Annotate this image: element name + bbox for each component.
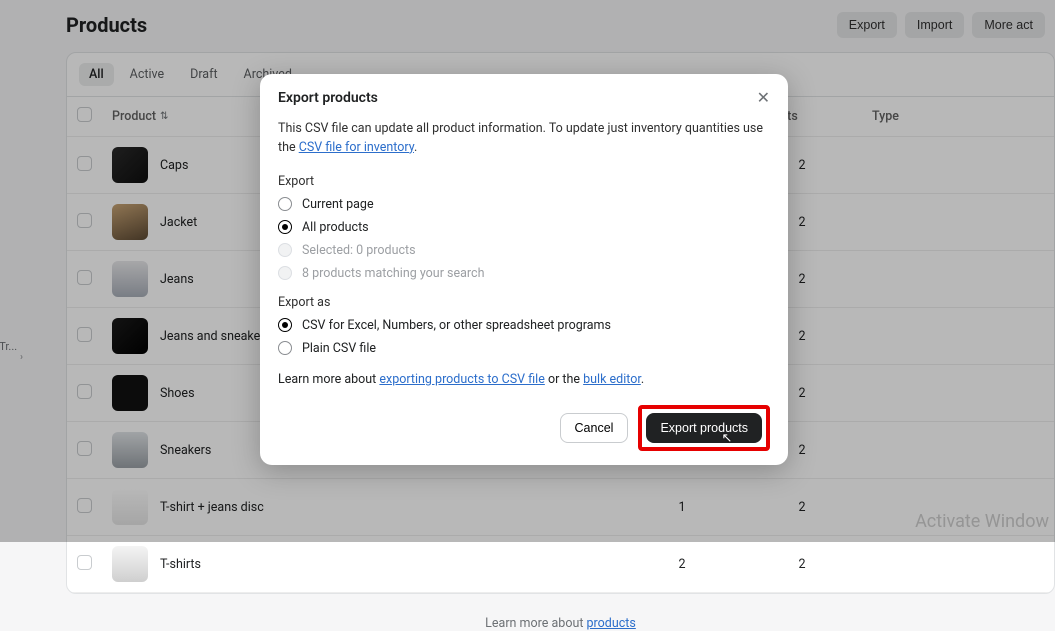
footer-learn: Learn more about products bbox=[66, 616, 1055, 631]
product-thumbnail[interactable] bbox=[112, 546, 148, 582]
footer-text: Learn more about bbox=[485, 616, 586, 631]
radio-matching-search: 8 products matching your search bbox=[278, 266, 770, 281]
learn-tail: . bbox=[641, 372, 644, 387]
modal-title: Export products bbox=[278, 90, 378, 106]
product-name[interactable]: T-shirts bbox=[160, 557, 201, 572]
inventory-csv-link[interactable]: CSV file for inventory bbox=[299, 140, 414, 155]
markets-value: 2 bbox=[742, 536, 862, 593]
highlight-annotation: Export products ↖ bbox=[638, 405, 770, 451]
export-modal: Export products ✕ This CSV file can upda… bbox=[260, 74, 788, 465]
export-products-button[interactable]: Export products bbox=[646, 413, 762, 443]
table-row[interactable]: T-shirts 22 bbox=[67, 536, 1054, 593]
radio-label: CSV for Excel, Numbers, or other spreads… bbox=[302, 318, 611, 333]
radio-icon bbox=[278, 266, 292, 280]
radio-selected: Selected: 0 products bbox=[278, 243, 770, 258]
bulk-editor-link[interactable]: bulk editor bbox=[583, 372, 641, 387]
modal-learn-more: Learn more about exporting products to C… bbox=[278, 372, 770, 387]
radio-label: Current page bbox=[302, 197, 374, 212]
radio-label: 8 products matching your search bbox=[302, 266, 484, 281]
radio-icon bbox=[278, 341, 292, 355]
learn-text: Learn more about bbox=[278, 372, 379, 387]
modal-description: This CSV file can update all product inf… bbox=[278, 120, 770, 158]
radio-icon bbox=[278, 243, 292, 257]
radio-all-products[interactable]: All products bbox=[278, 220, 770, 235]
radio-plain-csv[interactable]: Plain CSV file bbox=[278, 341, 770, 356]
close-icon[interactable]: ✕ bbox=[757, 90, 770, 106]
cancel-button[interactable]: Cancel bbox=[560, 413, 629, 443]
radio-icon bbox=[278, 318, 292, 332]
learn-mid: or the bbox=[545, 372, 583, 387]
radio-label: Plain CSV file bbox=[302, 341, 376, 356]
sales-channels-value: 2 bbox=[622, 536, 742, 593]
radio-csv-excel[interactable]: CSV for Excel, Numbers, or other spreads… bbox=[278, 318, 770, 333]
export-scope-label: Export bbox=[278, 174, 770, 189]
radio-icon bbox=[278, 220, 292, 234]
radio-label: Selected: 0 products bbox=[302, 243, 416, 258]
exporting-csv-link[interactable]: exporting products to CSV file bbox=[379, 372, 544, 387]
radio-icon bbox=[278, 197, 292, 211]
radio-current-page[interactable]: Current page bbox=[278, 197, 770, 212]
modal-desc-tail: . bbox=[414, 140, 417, 155]
row-checkbox[interactable] bbox=[77, 555, 92, 570]
footer-link[interactable]: products bbox=[587, 616, 636, 631]
radio-label: All products bbox=[302, 220, 369, 235]
export-as-label: Export as bbox=[278, 295, 770, 310]
